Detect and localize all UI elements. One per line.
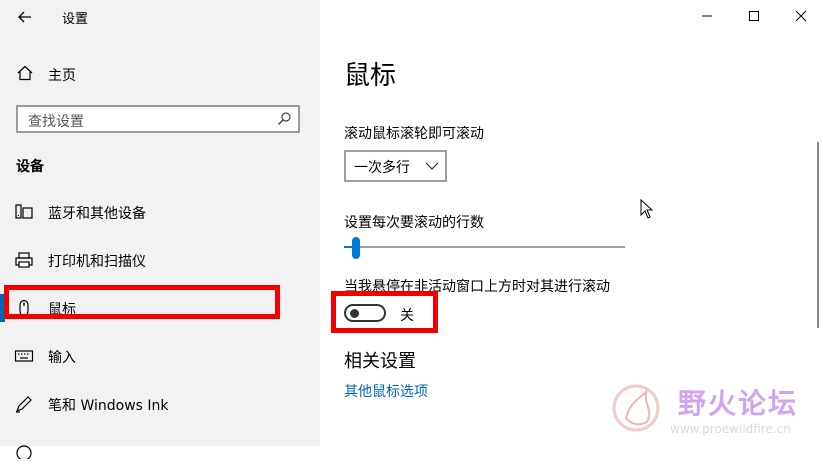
minimize-button[interactable] <box>692 4 722 28</box>
search-icon <box>278 112 291 125</box>
sidebar-item-label: 蓝牙和其他设备 <box>48 206 146 222</box>
mouse-icon <box>19 299 29 317</box>
printer-icon <box>15 252 33 268</box>
related-settings-title: 相关设置 <box>344 351 416 372</box>
sidebar-item-label: 输入 <box>48 350 76 366</box>
sidebar-item-home[interactable]: 主页 <box>0 58 320 90</box>
app-title: 设置 <box>62 12 89 27</box>
search-placeholder: 查找设置 <box>28 114 84 130</box>
home-icon <box>17 65 33 81</box>
autoplay-icon <box>16 445 32 459</box>
back-arrow-icon <box>18 11 31 23</box>
chevron-down-icon <box>425 162 439 170</box>
additional-mouse-options-link[interactable]: 其他鼠标选项 <box>344 381 428 401</box>
minimize-icon <box>702 15 712 17</box>
sidebar-item-typing[interactable]: 输入 <box>0 336 320 376</box>
slider-track <box>344 246 625 248</box>
bluetooth-devices-icon <box>15 204 33 219</box>
watermark-logo <box>612 384 660 432</box>
inactive-scroll-label: 当我悬停在非活动窗口上方时对其进行滚动 <box>344 279 610 295</box>
scroll-mode-value: 一次多行 <box>354 160 410 176</box>
watermark: 野火论坛 www.proewildfire.cn <box>610 380 820 444</box>
sidebar: 设置 主页 查找设置 设备 蓝牙和其他设备 打印机和扫描仪 鼠标 输入 笔和 W… <box>0 0 320 459</box>
mouse-pointer-icon <box>640 199 654 219</box>
sidebar-item-more[interactable] <box>0 430 320 470</box>
scroll-mode-dropdown[interactable]: 一次多行 <box>344 150 447 182</box>
scroll-setting-label: 滚动鼠标滚轮即可滚动 <box>344 126 484 142</box>
content-pane: 鼠标 滚动鼠标滚轮即可滚动 一次多行 设置每次要滚动的行数 当我悬停在非活动窗口… <box>320 0 823 446</box>
toggle-state-label: 关 <box>400 308 414 324</box>
sidebar-item-label: 笔和 Windows Ink <box>48 398 169 414</box>
inactive-scroll-toggle-row: 关 <box>344 302 434 328</box>
pen-icon <box>15 396 32 413</box>
sidebar-item-pen[interactable]: 笔和 Windows Ink <box>0 384 320 424</box>
maximize-icon <box>749 11 759 21</box>
lines-setting-label: 设置每次要滚动的行数 <box>344 215 484 231</box>
close-button[interactable] <box>786 4 816 28</box>
toggle-knob <box>350 309 359 318</box>
watermark-url: www.proewildfire.cn <box>670 422 791 436</box>
section-title: 设备 <box>16 159 44 175</box>
slider-thumb[interactable] <box>352 237 360 259</box>
close-icon <box>795 10 807 22</box>
back-button[interactable] <box>14 6 36 28</box>
sidebar-item-mouse[interactable]: 鼠标 <box>0 288 320 328</box>
sidebar-item-label: 打印机和扫描仪 <box>48 254 146 270</box>
watermark-text: 野火论坛 <box>678 387 799 420</box>
search-input[interactable]: 查找设置 <box>16 105 300 133</box>
sidebar-item-label: 主页 <box>48 68 76 84</box>
inactive-scroll-toggle[interactable] <box>344 304 386 322</box>
sidebar-item-printers[interactable]: 打印机和扫描仪 <box>0 240 320 280</box>
sidebar-item-label: 鼠标 <box>48 302 76 318</box>
page-title: 鼠标 <box>344 61 397 91</box>
maximize-button[interactable] <box>739 4 769 28</box>
scrollbar[interactable] <box>817 142 819 328</box>
lines-slider[interactable] <box>344 236 625 260</box>
sidebar-item-bluetooth[interactable]: 蓝牙和其他设备 <box>0 192 320 232</box>
keyboard-icon <box>14 350 34 362</box>
